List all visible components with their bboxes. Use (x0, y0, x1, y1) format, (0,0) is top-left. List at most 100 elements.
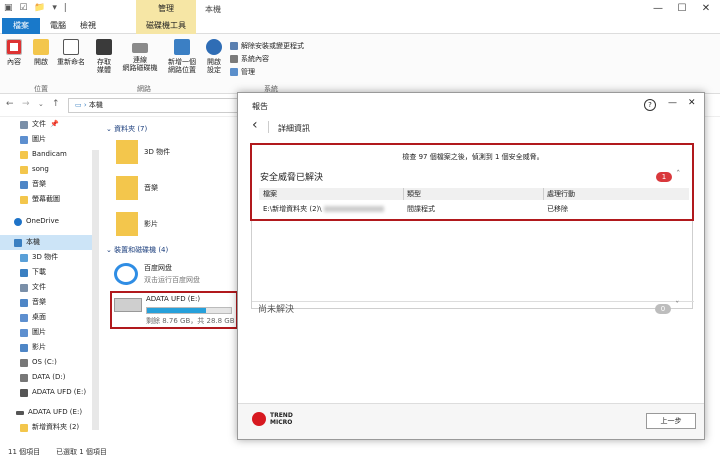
network-location-icon (174, 39, 190, 55)
folder-tile[interactable]: 3D 物件 (116, 140, 170, 164)
folder-label: 影片 (144, 220, 158, 228)
nav-item-new-folder[interactable]: 新增資料夾 (2) (20, 420, 118, 435)
nav-item[interactable]: 文件 📌 (20, 117, 118, 132)
hard-drive-icon (20, 358, 28, 367)
divider (252, 301, 694, 302)
pictures-icon (20, 135, 28, 144)
nav-item[interactable]: 桌面 (20, 310, 118, 325)
baidu-tile[interactable]: 百度网盘 双击运行百度网盘 (114, 263, 200, 285)
chevron-down-icon[interactable]: ⌄ (38, 100, 44, 108)
help-button[interactable]: ? (644, 99, 656, 111)
nav-label: Bandicam (32, 150, 67, 158)
open-button[interactable]: 開啟 (30, 39, 52, 66)
context-tab-manage[interactable]: 管理 (136, 0, 196, 18)
nav-item[interactable]: Bandicam (20, 147, 118, 162)
tab-computer[interactable]: 電腦 (44, 18, 72, 34)
gear-icon (206, 39, 222, 55)
nav-item[interactable]: 圖片 (20, 132, 118, 147)
section-folders[interactable]: ⌄ 資料夾 (7) (106, 124, 147, 134)
cloud-icon (14, 217, 22, 226)
computer-icon (14, 238, 22, 247)
system-properties-button[interactable]: 系統內容 (230, 54, 269, 64)
uninstall-icon (230, 42, 238, 50)
tab-drive-tools[interactable]: 磁碟機工具 (136, 18, 196, 34)
quick-access-toolbar[interactable]: ▣ ☑ 📁 ▾ | (4, 3, 69, 13)
tab-view[interactable]: 檢視 (74, 18, 102, 34)
manage-button[interactable]: 管理 (230, 67, 255, 77)
unresolved-count-badge: 0 (655, 304, 671, 314)
nav-item[interactable]: ADATA UFD (E:) (20, 385, 118, 400)
nav-label: 音樂 (32, 180, 46, 188)
minimize-button[interactable]: — (648, 1, 668, 17)
properties-label: 內容 (7, 58, 21, 66)
report-dialog: 報告 ? — ✕ ‹ 詳細資訊 檢查 97 個檔案之後，偵測到 1 個安全威脅。… (237, 92, 705, 440)
folder-label: 音樂 (144, 184, 158, 192)
nav-item[interactable]: song (20, 162, 118, 177)
folder-tile[interactable]: 音樂 (116, 176, 158, 200)
nav-label: 新增資料夾 (2) (32, 423, 80, 431)
usb-drive-icon (16, 410, 24, 415)
properties-button[interactable]: 內容 (4, 39, 24, 66)
status-items: 11 個項目 (8, 448, 41, 456)
uninstall-button[interactable]: 解除安裝或變更程式 (230, 41, 304, 51)
nav-item[interactable]: 圖片 (20, 325, 118, 340)
folder-tile[interactable]: 影片 (116, 212, 158, 236)
dialog-minimize-button[interactable]: — (668, 98, 677, 108)
nav-label: 螢幕截圖 (32, 195, 60, 203)
up-arrow-icon[interactable]: ↑ (52, 99, 60, 109)
computer-icon: ▭ › (75, 101, 89, 109)
dialog-close-button[interactable]: ✕ (688, 98, 696, 108)
nav-scrollbar[interactable] (92, 150, 99, 430)
network-drive-icon (132, 43, 148, 53)
nav-item-adata[interactable]: ADATA UFD (E:) (16, 405, 114, 420)
nav-label: 文件 (32, 120, 46, 128)
properties-icon (6, 39, 22, 55)
maximize-button[interactable]: ☐ (672, 1, 692, 17)
status-selected: 已選取 1 個項目 (56, 448, 107, 456)
folder-icon (20, 150, 28, 159)
back-arrow-icon[interactable]: ← (6, 99, 14, 109)
nav-item[interactable]: 螢幕截圖 (20, 192, 118, 207)
document-icon (20, 283, 28, 292)
3d-objects-folder-icon (116, 140, 138, 164)
nav-item[interactable]: 文件 (20, 280, 118, 295)
nav-item-this-pc[interactable]: 本機 (0, 235, 98, 250)
manage-label: 管理 (241, 68, 255, 76)
threat-highlight-box (250, 143, 694, 221)
nav-label: 影片 (32, 343, 46, 351)
chevron-down-icon[interactable]: ˇ (675, 301, 680, 311)
nav-item[interactable]: 影片 (20, 340, 118, 355)
nav-item[interactable]: DATA (D:) (20, 370, 118, 385)
dialog-title: 報告 (252, 102, 268, 111)
forward-arrow-icon[interactable]: → (22, 99, 30, 109)
baidu-name: 百度网盘 (144, 264, 172, 272)
nav-item[interactable]: 音樂 (20, 177, 118, 192)
explorer-titlebar: ▣ ☑ 📁 ▾ | (0, 0, 720, 18)
rename-button[interactable]: 重新命名 (54, 39, 88, 66)
nav-item[interactable]: OS (C:) (20, 355, 118, 370)
usb-drive-icon (20, 388, 28, 397)
map-network-drive-button[interactable]: 連線 網路磁碟機 (118, 39, 162, 72)
nav-label: 桌面 (32, 313, 46, 321)
ribbon-tabs: 檔案 電腦 檢視 磁碟機工具 (0, 18, 720, 34)
nav-item[interactable]: 音樂 (20, 295, 118, 310)
uninstall-label: 解除安裝或變更程式 (241, 42, 304, 50)
status-bar: 11 個項目 已選取 1 個項目 (0, 446, 720, 459)
music-icon (20, 298, 28, 307)
open-settings-button[interactable]: 開啟 設定 (204, 39, 224, 74)
close-button[interactable]: ✕ (696, 1, 716, 17)
document-icon (20, 120, 28, 129)
back-chevron-icon[interactable]: ‹ (252, 117, 258, 133)
section-devices[interactable]: ⌄ 裝置和磁碟機 (4) (106, 245, 168, 255)
drive-usage-fill (147, 308, 206, 313)
dialog-footer: TREND MICRO 上一步 (238, 403, 704, 439)
navigation-pane: 文件 📌 圖片 Bandicam song 音樂 螢幕截圖 OneDrive 本機… (0, 117, 100, 437)
tab-file[interactable]: 檔案 (2, 18, 40, 34)
nav-item[interactable]: 3D 物件 (20, 250, 118, 265)
address-input[interactable]: ▭ › 本機 (68, 98, 238, 113)
nav-item[interactable]: 下載 (20, 265, 118, 280)
add-network-location-button[interactable]: 新增一個 網路位置 (164, 39, 200, 74)
nav-label: 圖片 (32, 135, 46, 143)
access-media-button[interactable]: 存取 媒體 (92, 39, 116, 74)
back-button[interactable]: 上一步 (646, 413, 696, 429)
